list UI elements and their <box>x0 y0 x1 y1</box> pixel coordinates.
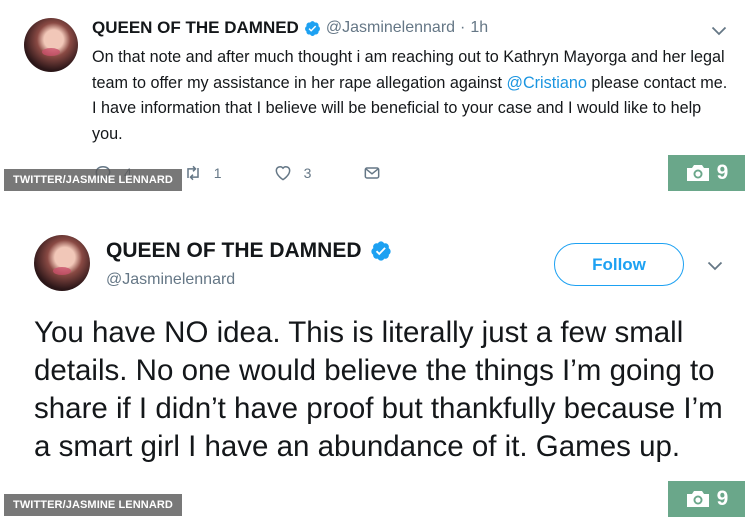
display-name[interactable]: QUEEN OF THE DAMNED <box>106 239 362 263</box>
camera-icon <box>686 491 709 507</box>
avatar[interactable] <box>34 235 90 291</box>
chevron-down-icon[interactable] <box>711 26 727 36</box>
timestamp[interactable]: 1h <box>470 19 488 37</box>
verified-badge-icon <box>370 241 391 261</box>
retweet-icon <box>187 165 199 181</box>
chevron-down-icon[interactable] <box>707 261 723 271</box>
like-button[interactable]: 3 <box>272 163 312 183</box>
tweet-header: QUEEN OF THE DAMNED @Jasminelennard · 1h <box>92 18 488 38</box>
envelope-icon <box>364 167 380 179</box>
heart-icon <box>275 166 291 181</box>
separator: · <box>460 19 466 36</box>
image-credit: TWITTER/JASMINE LENNARD <box>4 494 182 516</box>
tweet-card-2: QUEEN OF THE DAMNED @Jasminelennard Foll… <box>0 208 749 521</box>
like-count: 3 <box>303 165 312 181</box>
verified-badge-icon <box>304 20 320 36</box>
follow-button[interactable]: Follow <box>554 243 684 286</box>
avatar[interactable] <box>24 18 78 72</box>
handle[interactable]: @Jasminelennard <box>326 19 455 37</box>
dm-button[interactable] <box>361 163 383 183</box>
photo-count: 9 <box>716 487 729 510</box>
handle[interactable]: @Jasminelennard <box>106 271 235 289</box>
retweet-count: 1 <box>213 165 222 181</box>
photo-gallery-badge[interactable]: 9 <box>668 481 745 517</box>
tweet-header: QUEEN OF THE DAMNED <box>106 239 397 263</box>
image-credit: TWITTER/JASMINE LENNARD <box>4 169 182 191</box>
photo-gallery-badge[interactable]: 9 <box>668 155 745 191</box>
photo-count: 9 <box>716 161 729 184</box>
retweet-button[interactable]: 1 <box>182 163 222 183</box>
tweet-text: On that note and after much thought i am… <box>92 45 732 147</box>
display-name[interactable]: QUEEN OF THE DAMNED <box>92 18 299 38</box>
mention-link[interactable]: @Cristiano <box>507 74 587 92</box>
camera-icon <box>686 165 709 181</box>
tweet-text: You have NO idea. This is literally just… <box>34 316 723 463</box>
